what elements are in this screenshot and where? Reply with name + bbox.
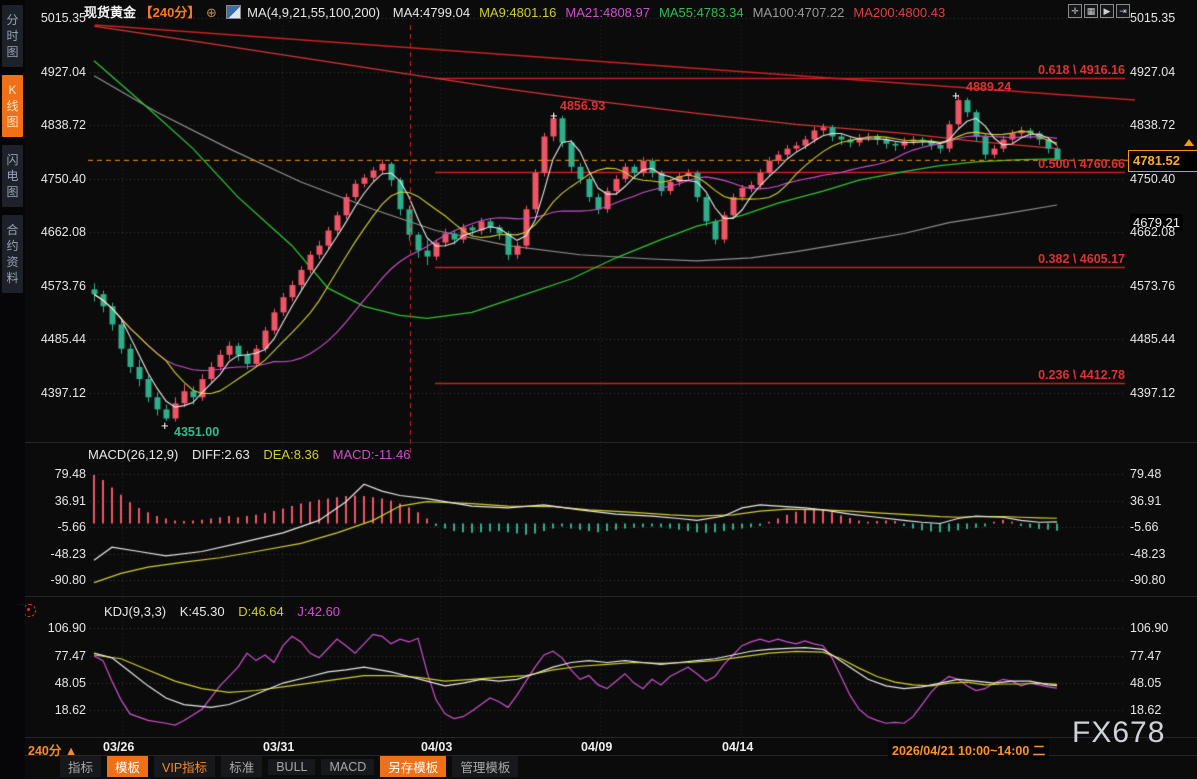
macd-axis-label: -90.80 <box>1130 573 1165 587</box>
xaxis-date-label: 04/14 <box>722 740 753 754</box>
collapse-icon[interactable]: ⇥ <box>1116 4 1130 18</box>
macd-header: MACD(26,12,9) DIFF:2.63 DEA:8.36 MACD:-1… <box>88 447 420 462</box>
main-axis-label: 4662.08 <box>30 225 86 239</box>
ma-value: MA100:4707.22 <box>753 5 845 20</box>
ma-value: MA21:4808.97 <box>565 5 650 20</box>
sidebar-tab-闪电图[interactable]: 闪电图 <box>2 145 23 207</box>
sidebar: 分时图 K线图闪电图合约资料 <box>0 0 25 779</box>
toolbar-item-MACD[interactable]: MACD <box>321 759 374 775</box>
kdj-axis-label: 106.90 <box>1130 621 1168 635</box>
fib-level-label: 0.382 \ 4605.17 <box>925 252 1125 266</box>
kdj-axis-label: 48.05 <box>30 676 86 690</box>
main-axis-label: 4573.76 <box>1130 279 1175 293</box>
fib-level-label: 0.618 \ 4916.16 <box>925 63 1125 77</box>
kdj-k: K:45.30 <box>180 604 225 619</box>
macd-axis-label: 36.91 <box>1130 494 1161 508</box>
add-indicator-icon[interactable]: ⊕ <box>204 5 219 20</box>
ma-value: MA200:4800.43 <box>853 5 945 20</box>
panel-divider <box>25 596 1197 597</box>
main-axis-label: 4397.12 <box>1130 386 1175 400</box>
macd-axis-label: -5.66 <box>1130 520 1159 534</box>
kdj-axis-label: 106.90 <box>30 621 86 635</box>
main-axis-label: 4927.04 <box>30 65 86 79</box>
kdj-j: J:42.60 <box>297 604 340 619</box>
macd-diff: DIFF:2.63 <box>192 447 250 462</box>
xaxis-date-label: 03/31 <box>263 740 294 754</box>
crosshair-icon[interactable]: ✛ <box>1068 4 1082 18</box>
kdj-axis-label: 77.47 <box>30 649 86 663</box>
price-annotation: 4351.00 <box>174 425 219 439</box>
macd-axis-label: -48.23 <box>1130 547 1165 561</box>
chart-header: 现货黄金 【240分】 ⊕ MA(4,9,21,55,100,200) MA4:… <box>84 2 945 20</box>
macd-axis-label: 79.48 <box>30 467 86 481</box>
main-axis-label: 4397.12 <box>30 386 86 400</box>
ma-value: MA55:4783.34 <box>659 5 744 20</box>
price-annotation: 4889.24 <box>966 80 1011 94</box>
chart-forward-icon[interactable]: ▶ <box>1100 4 1114 18</box>
kdj-axis-label: 77.47 <box>1130 649 1161 663</box>
kdj-title[interactable]: KDJ(9,3,3) <box>104 604 166 619</box>
indicator-chart-icon[interactable] <box>226 5 241 19</box>
xaxis-date-label: 04/09 <box>581 740 612 754</box>
xaxis-date-label: 03/26 <box>103 740 134 754</box>
kdj-header: KDJ(9,3,3) K:45.30 D:46.64 J:42.60 <box>104 604 350 619</box>
macd-dea: DEA:8.36 <box>263 447 319 462</box>
toolbar-item-BULL[interactable]: BULL <box>268 759 315 775</box>
sidebar-tab-K线图[interactable]: K线图 <box>2 75 23 137</box>
ma-value: MA9:4801.16 <box>479 5 556 20</box>
ma-value: MA4:4799.04 <box>393 5 470 20</box>
main-axis-label: 4485.44 <box>30 332 86 346</box>
macd-axis-label: -48.23 <box>30 547 86 561</box>
chart-canvas[interactable] <box>0 0 1197 774</box>
main-axis-label: 4927.04 <box>1130 65 1175 79</box>
kdj-axis-label: 48.05 <box>1130 676 1161 690</box>
sidebar-tab-合约资料[interactable]: 合约资料 <box>2 215 23 293</box>
main-axis-label: 4573.76 <box>30 279 86 293</box>
main-axis-label: 5015.35 <box>30 11 86 25</box>
period-label[interactable]: 【240分】 <box>140 5 201 20</box>
macd-title[interactable]: MACD(26,12,9) <box>88 447 178 462</box>
panel-divider <box>25 442 1197 443</box>
fib-level-label: 0.236 \ 4412.78 <box>925 368 1125 382</box>
symbol-name: 现货黄金 <box>84 5 136 20</box>
price-annotation: 4856.93 <box>560 99 605 113</box>
price-up-arrow-icon <box>1184 139 1194 146</box>
ma-values: MA4:4799.04 MA9:4801.16 MA21:4808.97 MA55:4… <box>384 5 945 20</box>
main-axis-label: 4838.72 <box>1130 118 1175 132</box>
brand-watermark: FX678 <box>1072 716 1165 750</box>
sidebar-tab-分时图[interactable]: 分时图 <box>2 5 23 67</box>
trading-app: { "sidebar":{"tabs":[ {"label":"分时图","ac… <box>0 0 1197 774</box>
xaxis-date-label: 04/03 <box>421 740 452 754</box>
main-axis-label: 4485.44 <box>1130 332 1175 346</box>
macd-axis-label: -90.80 <box>30 573 86 587</box>
main-axis-label: 4750.40 <box>1130 172 1175 186</box>
macd-value: MACD:-11.46 <box>333 447 411 462</box>
window-icons: ✛▦▶⇥ <box>1068 4 1130 18</box>
main-axis-label: 4838.72 <box>30 118 86 132</box>
main-axis-label: 5015.35 <box>1130 11 1175 25</box>
ma-settings: MA(4,9,21,55,100,200) <box>247 5 380 20</box>
kdj-axis-label: 18.62 <box>30 703 86 717</box>
main-axis-label: 4662.08 <box>1130 225 1175 239</box>
cross-marker-icon: + <box>952 88 960 103</box>
macd-axis-label: 36.91 <box>30 494 86 508</box>
main-axis-label: 4750.40 <box>30 172 86 186</box>
xaxis-highlight-datetime: 2026/04/21 10:00~14:00 二 <box>888 739 1049 760</box>
current-price-box: 4781.52 <box>1128 150 1197 172</box>
chart-scale-icon[interactable]: ▦ <box>1084 4 1098 18</box>
kdj-d: D:46.64 <box>238 604 284 619</box>
panel-divider <box>25 737 1197 738</box>
cross-marker-icon: + <box>161 418 169 433</box>
macd-axis-label: 79.48 <box>1130 467 1161 481</box>
cross-marker-icon: + <box>550 108 558 123</box>
macd-axis-label: -5.66 <box>30 520 86 534</box>
fib-level-label: 0.500 \ 4760.66 <box>925 157 1125 171</box>
